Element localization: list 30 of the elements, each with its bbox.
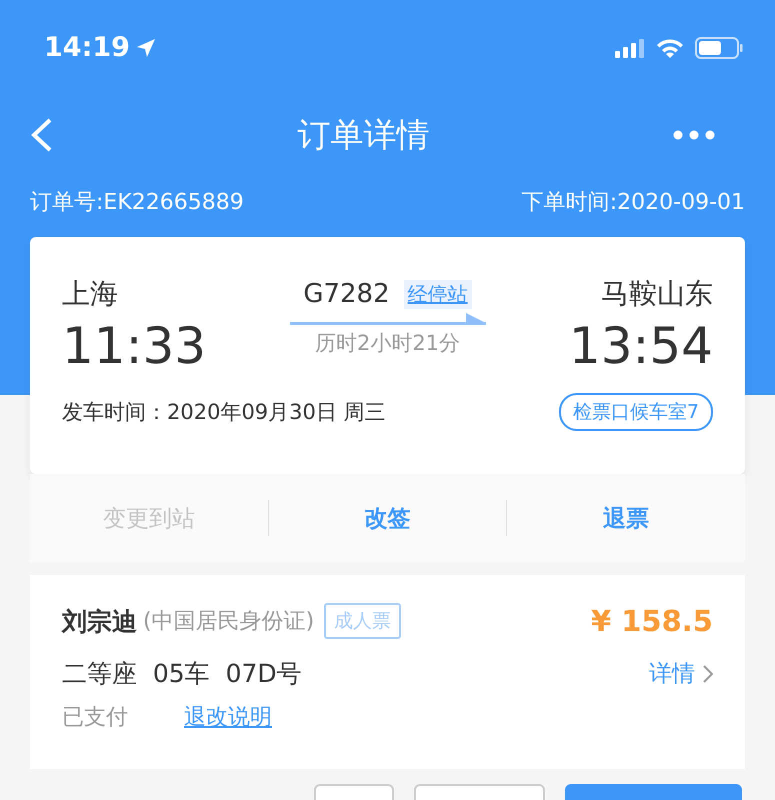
order-number: 订单号:EK22665889 [30,189,244,217]
ticket-price: ¥ 158.5 [590,604,713,638]
wifi-icon [655,36,685,58]
seat-info: 二等座 05车 07D号 [62,658,302,690]
gate-badge: 检票口候车室7 [558,393,713,431]
status-time: 14:19 [44,32,130,63]
ticket-type-badge: 成人票 [324,603,402,639]
signal-icon [615,38,645,58]
location-icon [136,38,156,58]
train-number: G7282 [303,279,390,309]
chevron-icon [703,664,713,682]
arrow-icon [290,313,486,327]
order-date: 下单时间:2020-09-01 [522,189,745,217]
departure-date: 发车时间：2020年09月30日 周三 [62,399,386,426]
trip-duration: 历时2小时21分 [314,330,460,357]
arrival-station: 马鞍山东 [601,276,713,312]
refund-rules-link[interactable]: 退改说明 [184,702,272,732]
action-button[interactable]: 改签 [268,502,506,534]
id-type: (中国居民身份证) [143,608,314,636]
action-button[interactable]: 退票 [507,502,746,534]
passenger-name: 刘宗迪 [62,606,137,638]
stops-link[interactable]: 经停站 [404,280,472,308]
payment-status: 已支付 [62,704,128,732]
battery-icon [695,36,743,58]
arrival-time: 13:54 [568,317,713,375]
departure-time: 11:33 [62,317,206,375]
page-title: 订单详情 [298,114,430,156]
details-link[interactable]: 详情 [649,658,713,689]
more-icon[interactable] [673,130,715,140]
departure-station: 上海 [62,276,118,312]
